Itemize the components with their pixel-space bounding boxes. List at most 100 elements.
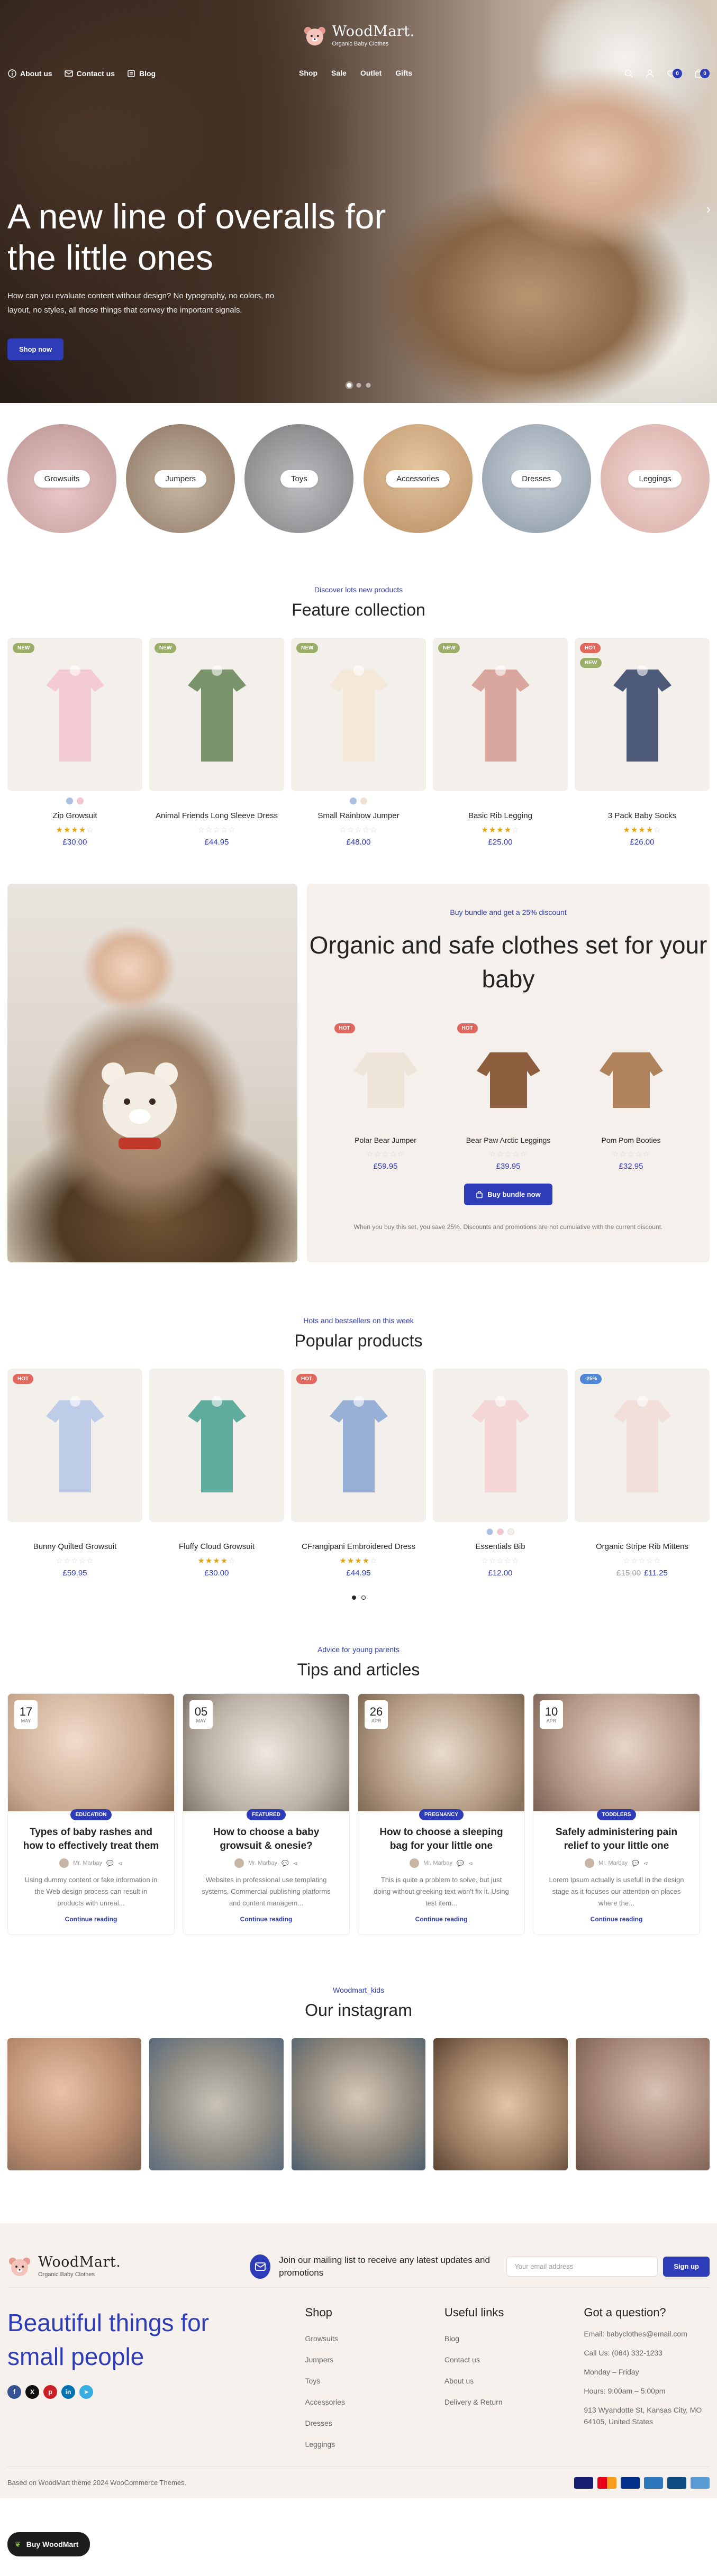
nav-outlet[interactable]: Outlet [360,69,382,77]
post-category-badge[interactable]: Featured [247,1809,286,1820]
category-growsuits[interactable]: Growsuits [7,424,116,533]
product-image-box[interactable]: hot [7,1369,142,1522]
product-name[interactable]: Zip Growsuit [7,810,142,822]
blog-post-image[interactable]: 10 Apr [533,1694,700,1811]
email-field[interactable]: Your email address [506,2256,658,2277]
post-category-badge[interactable]: Pregnancy [419,1809,464,1820]
post-title[interactable]: How to choose a baby growsuit & onesie? [183,1822,349,1853]
comment-icon[interactable]: 💬 [457,1860,464,1867]
instagram-photo[interactable] [291,2038,426,2170]
facebook-icon[interactable]: f [7,2385,21,2399]
category-accessories[interactable]: Accessories [363,424,473,533]
product-name[interactable]: 3 Pack Baby Socks [575,810,710,822]
nav-sale[interactable]: Sale [331,69,347,77]
instagram-kicker[interactable]: Woodmart_kids [0,1986,717,1994]
instagram-photo[interactable] [433,2038,568,2170]
telegram-icon[interactable]: ➤ [79,2385,93,2399]
cart-button[interactable]: 0 [694,69,710,78]
nav-about-us[interactable]: About us [7,69,52,78]
product-name[interactable]: Animal Friends Long Sleeve Dress [149,810,284,822]
continue-reading-link[interactable]: Continue reading [183,1915,349,1923]
instagram-photo[interactable] [7,2038,142,2170]
product-card[interactable]: new Zip Growsuit ★★★★☆ £30.00 [7,638,142,847]
product-card[interactable]: new Small Rainbow Jumper ☆☆☆☆☆ £48.00 [291,638,426,847]
color-swatch[interactable] [507,1528,514,1535]
blog-post-card[interactable]: 17 May Education Types of baby rashes and h… [7,1693,175,1935]
post-title[interactable]: Types of baby rashes and how to effectiv… [8,1822,174,1853]
blog-post-card[interactable]: 26 Apr Pregnancy How to choose a sleeping b… [358,1693,525,1935]
color-swatch[interactable] [497,1528,504,1535]
product-name[interactable]: Polar Bear Jumper [329,1134,442,1146]
product-card[interactable]: new Basic Rib Legging ★★★★☆ £25.00 [433,638,568,847]
site-logo[interactable]: WoodMart. Organic Baby Clothes [302,24,414,47]
product-name[interactable]: Essentials Bib [433,1541,568,1553]
color-swatch[interactable] [350,797,357,804]
product-image-box[interactable] [149,1369,284,1522]
product-card[interactable]: -25% Organic Stripe Rib Mittens ☆☆☆☆☆ £15.0… [575,1369,710,1578]
instagram-photo[interactable] [149,2038,284,2170]
post-title[interactable]: How to choose a sleeping bag for your li… [358,1822,524,1853]
page-dot[interactable] [351,1596,356,1600]
bundle-product-image[interactable] [575,1023,688,1129]
product-name[interactable]: Fluffy Cloud Growsuit [149,1541,284,1553]
color-swatch[interactable] [77,797,84,804]
comment-icon[interactable]: 💬 [106,1860,114,1867]
comment-icon[interactable]: 💬 [632,1860,639,1867]
color-swatch[interactable] [486,1528,493,1535]
search-icon[interactable] [624,69,633,78]
product-image-box[interactable]: hot new [575,638,710,791]
continue-reading-link[interactable]: Continue reading [358,1915,524,1923]
product-image-box[interactable]: new [433,638,568,791]
slide-dot[interactable] [366,383,370,388]
color-swatch[interactable] [66,797,73,804]
continue-reading-link[interactable]: Continue reading [533,1915,700,1923]
category-dresses[interactable]: Dresses [482,424,591,533]
blog-post-image[interactable]: 05 May [183,1694,349,1811]
footer-link[interactable]: Contact us [444,2349,584,2370]
next-slide-arrow-icon[interactable]: › [706,201,711,217]
shop-now-button[interactable]: Shop now [7,338,64,360]
product-card[interactable]: hot Bunny Quilted Growsuit ☆☆☆☆☆ £59.95 [7,1369,142,1578]
footer-link[interactable]: Toys [305,2370,444,2391]
product-image-box[interactable]: new [291,638,426,791]
footer-link[interactable]: Leggings [305,2434,444,2455]
product-card[interactable]: new Animal Friends Long Sleeve Dress ☆☆☆☆☆… [149,638,284,847]
product-image-box[interactable]: hot [291,1369,426,1522]
product-card[interactable]: Essentials Bib ☆☆☆☆☆ £12.00 [433,1369,568,1578]
product-card[interactable]: Fluffy Cloud Growsuit ★★★★☆ £30.00 [149,1369,284,1578]
product-name[interactable]: Organic Stripe Rib Mittens [575,1541,710,1553]
product-name[interactable]: Bear Paw Arctic Leggings [452,1134,565,1146]
product-image-box[interactable]: new [149,638,284,791]
share-icon[interactable]: ⋖ [643,1860,648,1867]
product-card[interactable]: hot new 3 Pack Baby Socks ★★★★☆ £26.00 [575,638,710,847]
footer-link[interactable]: Dresses [305,2413,444,2434]
buy-woodmart-button[interactable]: ❦ Buy WoodMart [7,2532,90,2556]
blog-post-card[interactable]: 05 May Featured How to choose a baby growsu… [183,1693,350,1935]
bundle-product[interactable]: Pom Pom Booties ☆☆☆☆☆ £32.95 [575,1023,688,1171]
footer-link[interactable]: Jumpers [305,2349,444,2370]
nav-gifts[interactable]: Gifts [395,69,412,77]
instagram-photo[interactable] [575,2038,710,2170]
comment-icon[interactable]: 💬 [282,1860,289,1867]
footer-link[interactable]: Delivery & Return [444,2391,584,2413]
footer-logo[interactable]: WoodMart. Organic Baby Clothes [7,2255,250,2278]
footer-link[interactable]: Accessories [305,2391,444,2413]
pinterest-icon[interactable]: p [43,2385,57,2399]
category-jumpers[interactable]: Jumpers [126,424,235,533]
linkedin-icon[interactable]: in [61,2385,75,2399]
nav-blog[interactable]: Blog [126,69,156,78]
category-toys[interactable]: Toys [244,424,354,533]
x-icon[interactable]: X [25,2385,39,2399]
category-leggings[interactable]: Leggings [600,424,710,533]
nav-shop[interactable]: Shop [299,69,317,77]
share-icon[interactable]: ⋖ [118,1860,123,1867]
account-icon[interactable] [645,69,655,78]
post-category-badge[interactable]: Education [70,1809,112,1820]
buy-bundle-button[interactable]: Buy bundle now [464,1184,552,1205]
product-name[interactable]: CFrangipani Embroidered Dress [291,1541,426,1553]
product-image-box[interactable]: -25% [575,1369,710,1522]
color-swatch[interactable] [360,797,367,804]
product-name[interactable]: Small Rainbow Jumper [291,810,426,822]
footer-link[interactable]: About us [444,2370,584,2391]
product-card[interactable]: hot CFrangipani Embroidered Dress ★★★★☆ £44… [291,1369,426,1578]
